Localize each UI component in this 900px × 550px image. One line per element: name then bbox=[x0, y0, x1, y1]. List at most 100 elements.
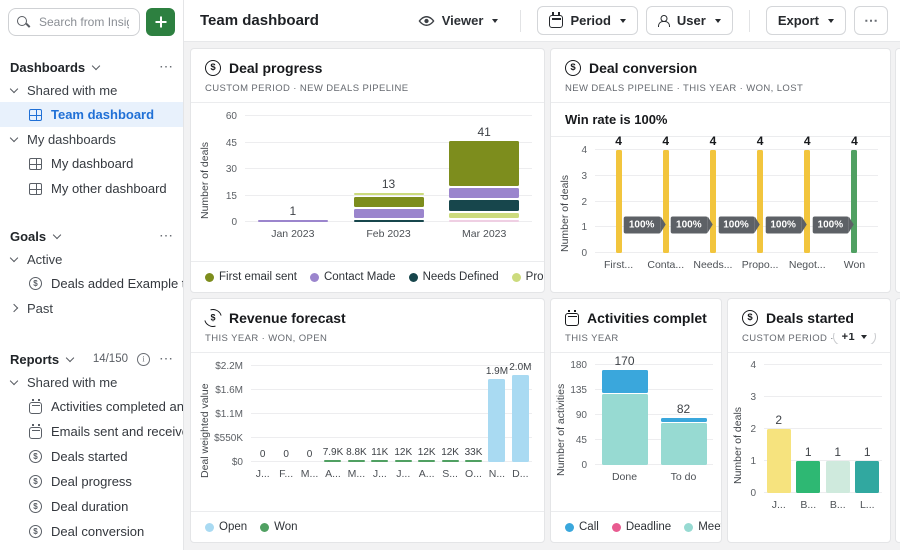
legend-item-needs-defined[interactable]: Needs Defined bbox=[409, 271, 499, 283]
sidebar-item-deal-duration[interactable]: Deal duration bbox=[0, 494, 183, 519]
bar-segment bbox=[663, 150, 669, 253]
section-header-goals[interactable]: Goals bbox=[0, 225, 183, 247]
bar-mar-2023[interactable] bbox=[449, 141, 519, 222]
sidebar-group-shared-with-me[interactable]: Shared with me bbox=[0, 370, 183, 394]
add-button[interactable] bbox=[146, 8, 175, 36]
x-tick: J... bbox=[764, 493, 794, 511]
sidebar-item-emails-sent-and-received[interactable]: Emails sent and received bbox=[0, 419, 183, 444]
bar-value: 8.8K bbox=[346, 447, 367, 458]
section-header-reports[interactable]: Reports14/150 bbox=[0, 348, 183, 370]
sidebar-item-team-dashboard[interactable]: Team dashboard bbox=[0, 102, 183, 127]
bar-j[interactable] bbox=[767, 429, 791, 493]
sidebar-item-activities-completed-an[interactable]: Activities completed an... bbox=[0, 394, 183, 419]
bar-negot[interactable] bbox=[804, 150, 810, 253]
bar-b[interactable] bbox=[796, 461, 820, 493]
y-tick: 3 bbox=[571, 171, 587, 182]
y-tick: 0 bbox=[567, 460, 587, 471]
sidebar-group-my-dashboards[interactable]: My dashboards bbox=[0, 127, 183, 151]
search-input[interactable] bbox=[37, 14, 131, 30]
period-button[interactable]: Period bbox=[537, 6, 637, 35]
bar-n[interactable] bbox=[488, 379, 505, 462]
bar-m[interactable] bbox=[348, 460, 365, 462]
sidebar-item-deal-progress[interactable]: Deal progress bbox=[0, 469, 183, 494]
card-filters: NEW DEALS PIPELINE · THIS YEAR · WON, LO… bbox=[565, 83, 876, 94]
bar-segment bbox=[616, 150, 622, 253]
x-tick: M... bbox=[298, 462, 321, 480]
export-button[interactable]: Export bbox=[766, 6, 846, 35]
x-tick: To do bbox=[654, 465, 713, 483]
bar-j[interactable] bbox=[371, 460, 388, 462]
sidebar-item-deals-added-example-t[interactable]: Deals added Example t... bbox=[0, 271, 183, 296]
y-tick: 1 bbox=[571, 222, 587, 233]
legend-item-open[interactable]: Open bbox=[205, 521, 247, 533]
bar-needs[interactable] bbox=[710, 150, 716, 253]
bar-value: 13 bbox=[382, 177, 395, 191]
sidebar-search-row bbox=[0, 8, 183, 36]
search-box[interactable] bbox=[8, 8, 140, 36]
caret-down-icon bbox=[620, 19, 626, 23]
bar-value: 4 bbox=[662, 134, 669, 148]
viewer-menu[interactable]: Viewer bbox=[412, 9, 505, 32]
bar-j[interactable] bbox=[395, 460, 412, 462]
legend-item-call[interactable]: Call bbox=[565, 521, 599, 533]
legend-item-propo[interactable]: Propo bbox=[512, 271, 544, 283]
bar-value: 4 bbox=[804, 134, 811, 148]
sidebar-item-deal-conversion[interactable]: Deal conversion bbox=[0, 519, 183, 544]
plot-area: 01530456011341 bbox=[245, 116, 532, 222]
bar-o[interactable] bbox=[465, 460, 482, 462]
bar-segment bbox=[851, 150, 857, 253]
bar-l[interactable] bbox=[855, 461, 879, 493]
y-axis-label: Number of deals bbox=[559, 150, 571, 276]
legend-item-won[interactable]: Won bbox=[260, 521, 297, 533]
chevron-right-icon bbox=[10, 304, 18, 312]
y-tick: 4 bbox=[744, 360, 756, 371]
chevron-down-icon bbox=[10, 253, 18, 261]
sidebar-group-past[interactable]: Past bbox=[0, 296, 183, 320]
bar-a[interactable] bbox=[324, 460, 341, 462]
card-title: Deal conversion bbox=[589, 60, 697, 76]
bar-a[interactable] bbox=[418, 460, 435, 462]
bar-value: 0 bbox=[283, 449, 289, 460]
bar-conta[interactable] bbox=[663, 150, 669, 253]
section-menu-icon[interactable] bbox=[159, 227, 173, 245]
section-header-dashboards[interactable]: Dashboards bbox=[0, 56, 183, 78]
sidebar-item-deals-won-over-time[interactable]: Deals won over time bbox=[0, 544, 183, 550]
legend-item-contact-made[interactable]: Contact Made bbox=[310, 271, 396, 283]
legend-item-deadline[interactable]: Deadline bbox=[612, 521, 671, 533]
sidebar-item-my-dashboard[interactable]: My dashboard bbox=[0, 151, 183, 176]
sidebar-item-my-other-dashboard[interactable]: My other dashboard bbox=[0, 176, 183, 201]
bar-first[interactable] bbox=[616, 150, 622, 253]
bar-segment bbox=[602, 370, 648, 393]
bar-value: 82 bbox=[677, 402, 690, 416]
filters-more-pill[interactable]: +1 bbox=[833, 333, 876, 344]
x-tick: D... bbox=[509, 462, 532, 480]
bar-feb-2023[interactable] bbox=[354, 193, 424, 222]
bar-s[interactable] bbox=[442, 460, 459, 462]
legend-dot bbox=[205, 523, 214, 532]
bar-done[interactable] bbox=[602, 370, 648, 465]
legend-item-meeting[interactable]: Meeting bbox=[684, 521, 721, 533]
info-icon[interactable] bbox=[137, 353, 150, 366]
bar-to-do[interactable] bbox=[661, 418, 707, 465]
section-menu-icon[interactable] bbox=[159, 58, 173, 76]
bar-segment bbox=[767, 429, 791, 493]
sidebar-item-deals-started[interactable]: Deals started bbox=[0, 444, 183, 469]
bar-propo[interactable] bbox=[757, 150, 763, 253]
x-tick: Negot... bbox=[784, 253, 831, 271]
page-title: Team dashboard bbox=[200, 12, 319, 29]
sidebar-group-shared-with-me[interactable]: Shared with me bbox=[0, 78, 183, 102]
topbar-controls: Viewer Period User Export bbox=[412, 6, 888, 35]
y-axis-label: Number of activities bbox=[555, 365, 567, 495]
sidebar-section-reports: Reports14/150Shared with meActivities co… bbox=[0, 348, 183, 550]
user-button[interactable]: User bbox=[646, 6, 733, 35]
conversion-badge: 100% bbox=[813, 217, 850, 234]
section-menu-icon[interactable] bbox=[159, 350, 173, 368]
bar-d[interactable] bbox=[512, 375, 529, 462]
bar-won[interactable] bbox=[851, 150, 857, 253]
sidebar-group-active[interactable]: Active bbox=[0, 247, 183, 271]
bar-b[interactable] bbox=[826, 461, 850, 493]
bar-segment bbox=[371, 460, 388, 462]
bar-jan-2023[interactable] bbox=[258, 220, 328, 222]
legend-item-first-email-sent[interactable]: First email sent bbox=[205, 271, 297, 283]
more-button[interactable] bbox=[854, 6, 888, 35]
